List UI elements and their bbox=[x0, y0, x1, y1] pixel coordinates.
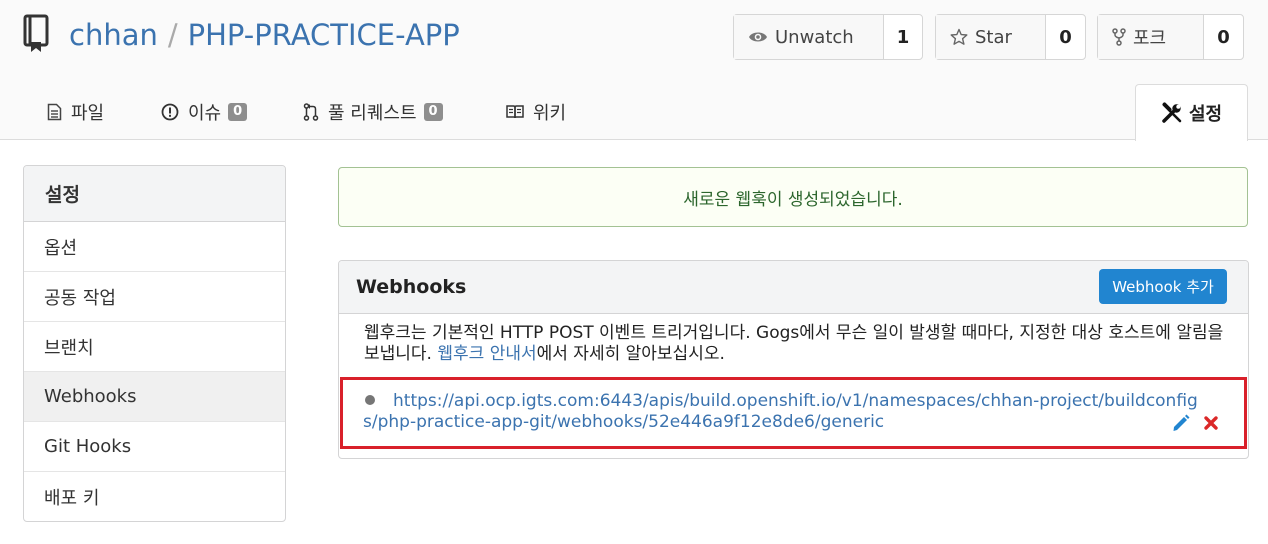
star-button-label-area[interactable]: Star bbox=[936, 15, 1046, 59]
issues-count-badge: 0 bbox=[228, 103, 248, 121]
tab-pull-requests[interactable]: 풀 리퀘스트 0 bbox=[303, 92, 443, 132]
pull-request-icon bbox=[303, 103, 319, 121]
fork-icon bbox=[1112, 28, 1126, 46]
description-text-end: 에서 자세히 알아보십시오. bbox=[536, 344, 725, 364]
repo-header: chhan / PHP-PRACTICE-APP Unwatch 1 Star 0 bbox=[0, 0, 1268, 141]
repo-title: chhan / PHP-PRACTICE-APP bbox=[69, 14, 460, 56]
repo-owner-link[interactable]: chhan bbox=[69, 18, 158, 52]
tab-settings-label: 설정 bbox=[1188, 104, 1223, 125]
tab-wiki[interactable]: 위키 bbox=[506, 92, 566, 132]
webhooks-title: Webhooks bbox=[356, 276, 467, 298]
watch-count[interactable]: 1 bbox=[884, 15, 922, 59]
fork-button-label-area[interactable]: 포크 bbox=[1098, 15, 1204, 59]
watch-button[interactable]: Unwatch 1 bbox=[733, 14, 923, 60]
webhook-guide-link[interactable]: 웹후크 안내서 bbox=[437, 344, 536, 364]
add-webhook-button[interactable]: Webhook 추가 bbox=[1099, 269, 1227, 304]
settings-sidebar: 설정 옵션 공동 작업 브랜치 Webhooks Git Hooks 배포 키 bbox=[23, 165, 286, 522]
tab-pull-requests-label: 풀 리퀘스트 bbox=[328, 103, 417, 124]
watch-button-label-area[interactable]: Unwatch bbox=[734, 15, 884, 59]
sidebar-item-collaboration[interactable]: 공동 작업 bbox=[24, 272, 285, 322]
repo-name-link[interactable]: PHP-PRACTICE-APP bbox=[188, 18, 460, 52]
sidebar-item-webhooks[interactable]: Webhooks bbox=[24, 372, 285, 422]
tab-wiki-label: 위키 bbox=[533, 103, 567, 124]
tab-files[interactable]: 파일 bbox=[47, 92, 104, 132]
close-icon[interactable] bbox=[1203, 415, 1219, 431]
fork-label: 포크 bbox=[1133, 28, 1167, 49]
book-icon bbox=[506, 105, 524, 119]
star-count[interactable]: 0 bbox=[1046, 15, 1085, 59]
tools-icon bbox=[1162, 102, 1182, 123]
pencil-icon[interactable] bbox=[1172, 414, 1190, 432]
watch-label: Unwatch bbox=[775, 26, 854, 48]
webhooks-panel-header: Webhooks Webhook 추가 bbox=[339, 261, 1248, 314]
issue-opened-icon bbox=[161, 103, 179, 121]
tab-settings[interactable]: 설정 bbox=[1135, 84, 1248, 141]
webhook-url-link[interactable]: https://api.ocp.igts.com:6443/apis/build… bbox=[363, 391, 1208, 433]
star-button[interactable]: Star 0 bbox=[935, 14, 1086, 60]
repo-separator: / bbox=[167, 18, 178, 52]
pulls-count-badge: 0 bbox=[423, 103, 443, 121]
sidebar-item-git-hooks[interactable]: Git Hooks bbox=[24, 422, 285, 472]
star-label: Star bbox=[975, 26, 1012, 48]
sidebar-item-branches[interactable]: 브랜치 bbox=[24, 322, 285, 372]
flash-text: 새로운 웹훅이 생성되었습니다. bbox=[683, 189, 903, 210]
tab-files-label: 파일 bbox=[71, 103, 105, 124]
sidebar-item-options[interactable]: 옵션 bbox=[24, 222, 285, 272]
eye-icon bbox=[749, 32, 767, 42]
tab-issues[interactable]: 이슈 0 bbox=[161, 92, 248, 132]
webhooks-description: 웹후크는 기본적인 HTTP POST 이벤트 트리거입니다. Gogs에서 무… bbox=[364, 323, 1234, 365]
repo-icon bbox=[23, 14, 49, 52]
success-flash-message: 새로운 웹훅이 생성되었습니다. bbox=[338, 167, 1248, 227]
fork-button[interactable]: 포크 0 bbox=[1097, 14, 1244, 60]
tab-issues-label: 이슈 bbox=[188, 103, 222, 124]
star-icon bbox=[950, 28, 968, 45]
sidebar-item-deploy-keys[interactable]: 배포 키 bbox=[24, 472, 285, 521]
file-text-icon bbox=[47, 103, 62, 121]
fork-count[interactable]: 0 bbox=[1204, 15, 1243, 59]
sidebar-header: 설정 bbox=[24, 166, 285, 222]
